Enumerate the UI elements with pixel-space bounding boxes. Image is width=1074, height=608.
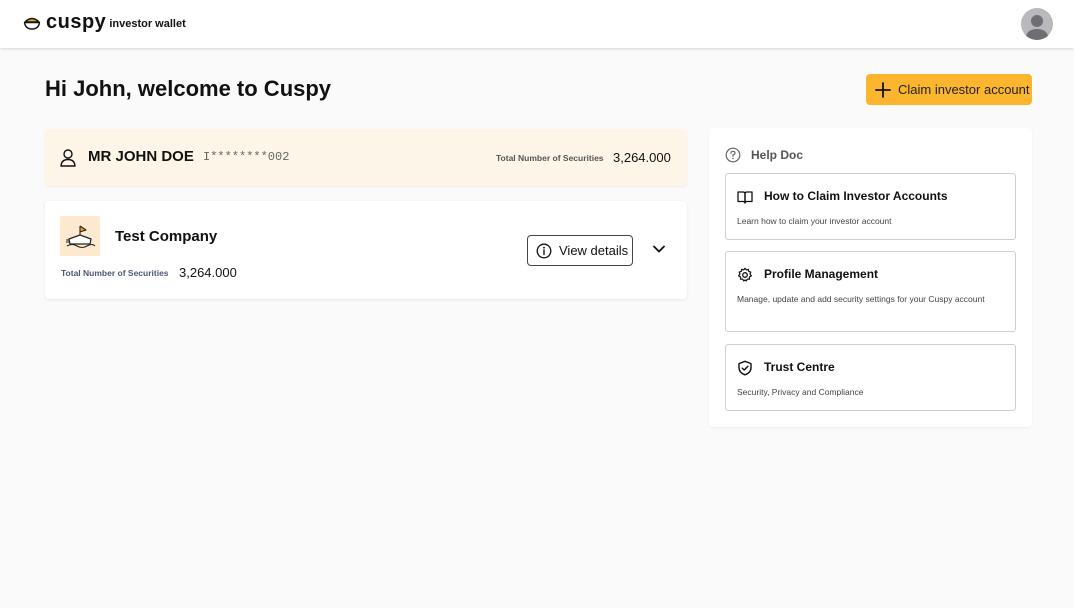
view-details-label: View details bbox=[559, 243, 629, 258]
view-details-button[interactable]: View details bbox=[527, 235, 633, 266]
company-card: Test Company Total Number of Securities … bbox=[45, 201, 687, 299]
help-item-title: Trust Centre bbox=[764, 360, 835, 374]
investor-name: MR JOHN DOE bbox=[88, 148, 194, 165]
help-item-description: Manage, update and add security settings… bbox=[737, 294, 985, 304]
gear-icon bbox=[738, 267, 752, 282]
company-logo-icon bbox=[66, 225, 96, 249]
info-icon bbox=[536, 243, 552, 258]
help-item-trust-centre[interactable]: Trust Centre Security, Privacy and Compl… bbox=[725, 344, 1016, 411]
question-circle-icon bbox=[725, 147, 741, 163]
user-avatar-icon bbox=[1025, 15, 1049, 40]
help-item-title: How to Claim Investor Accounts bbox=[764, 189, 948, 203]
shield-check-icon bbox=[738, 360, 752, 376]
company-logo bbox=[60, 216, 100, 256]
chevron-down-icon[interactable] bbox=[651, 241, 667, 257]
page-title: Hi John, welcome to Cuspy bbox=[45, 76, 332, 101]
investor-total-securities-label: Total Number of Securities bbox=[496, 153, 604, 163]
brand-subtitle: investor wallet bbox=[109, 18, 186, 30]
top-bar: cuspy investor wallet bbox=[0, 0, 1074, 48]
help-item-claim-investor-accounts[interactable]: How to Claim Investor Accounts Learn how… bbox=[725, 173, 1016, 240]
cuspy-logo-icon bbox=[23, 17, 41, 30]
investor-summary-card: MR JOHN DOE I********002 Total Number of… bbox=[45, 129, 687, 186]
help-doc-title: Help Doc bbox=[751, 148, 804, 162]
help-item-title: Profile Management bbox=[764, 267, 879, 281]
company-total-securities-label: Total Number of Securities bbox=[61, 268, 169, 278]
company-total-securities-value: 3,264.000 bbox=[179, 265, 237, 280]
claim-investor-account-button[interactable]: Claim investor account bbox=[866, 74, 1032, 105]
user-avatar[interactable] bbox=[1021, 8, 1053, 40]
investor-id: I********002 bbox=[203, 150, 290, 164]
claim-button-label: Claim investor account bbox=[898, 82, 1030, 97]
brand-name: cuspy bbox=[46, 11, 107, 33]
help-item-profile-management[interactable]: Profile Management Manage, update and ad… bbox=[725, 251, 1016, 332]
investor-total-securities-value: 3,264.000 bbox=[613, 150, 671, 165]
book-icon bbox=[737, 191, 753, 204]
help-item-description: Learn how to claim your investor account bbox=[737, 216, 892, 226]
help-item-description: Security, Privacy and Compliance bbox=[737, 387, 864, 397]
brand-logo[interactable]: cuspy investor wallet bbox=[23, 11, 186, 33]
plus-icon bbox=[875, 81, 891, 98]
company-name: Test Company bbox=[115, 228, 218, 245]
help-doc-header: Help Doc bbox=[725, 147, 803, 163]
person-icon bbox=[60, 149, 76, 167]
help-doc-panel: Help Doc How to Claim Investor Accounts … bbox=[709, 128, 1032, 427]
